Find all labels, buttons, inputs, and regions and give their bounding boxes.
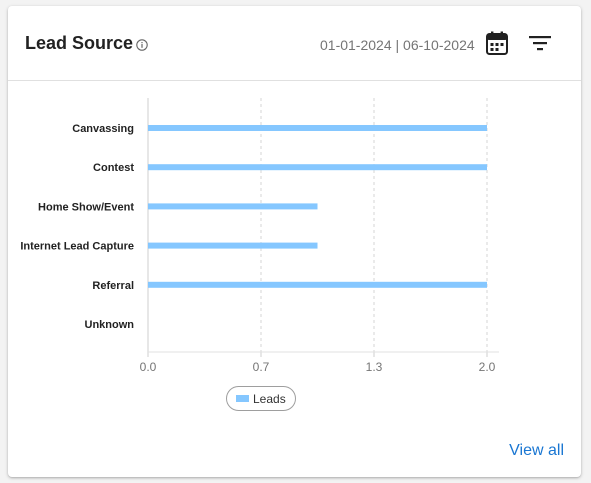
category-label: Canvassing bbox=[72, 123, 134, 135]
card-header: Lead Source 01-01-2024 | 06-10-2024 bbox=[8, 6, 581, 81]
filter-button[interactable] bbox=[526, 31, 554, 59]
card-title: Lead Source bbox=[25, 33, 134, 53]
x-tick-label: 2.0 bbox=[479, 360, 496, 374]
bar bbox=[148, 281, 487, 288]
bar bbox=[148, 164, 487, 171]
legend-label: Leads bbox=[253, 391, 286, 406]
view-all-link[interactable]: View all bbox=[509, 442, 564, 460]
bar bbox=[148, 125, 487, 131]
x-tick-label: 0.7 bbox=[253, 360, 270, 374]
calendar-icon bbox=[486, 31, 508, 60]
category-label: Home Show/Event bbox=[38, 201, 134, 213]
info-icon[interactable] bbox=[136, 38, 148, 51]
calendar-button[interactable] bbox=[483, 31, 511, 59]
filter-icon bbox=[529, 35, 551, 56]
legend-item-leads[interactable]: Leads bbox=[226, 386, 296, 411]
category-label: Contest bbox=[93, 162, 134, 174]
x-tick-label: 1.3 bbox=[366, 360, 383, 374]
bar-chart-svg: 0.0 0.7 1.3 2.0 Canvassing Contest Home Show/E… bbox=[20, 98, 499, 374]
bar bbox=[148, 242, 318, 249]
category-label: Unknown bbox=[85, 319, 135, 331]
lead-source-card: Lead Source 01-01-2024 | 06-10-2024 0.0 … bbox=[8, 6, 581, 477]
date-range: 01-01-2024 | 06-10-2024 bbox=[320, 37, 475, 53]
category-label: Internet Lead Capture bbox=[20, 241, 134, 253]
x-tick-label: 0.0 bbox=[140, 360, 157, 374]
legend-swatch bbox=[236, 395, 249, 402]
lead-source-chart: 0.0 0.7 1.3 2.0 Canvassing Contest Home Show/E… bbox=[8, 86, 581, 386]
category-label: Referral bbox=[92, 280, 134, 292]
bar bbox=[148, 203, 318, 210]
